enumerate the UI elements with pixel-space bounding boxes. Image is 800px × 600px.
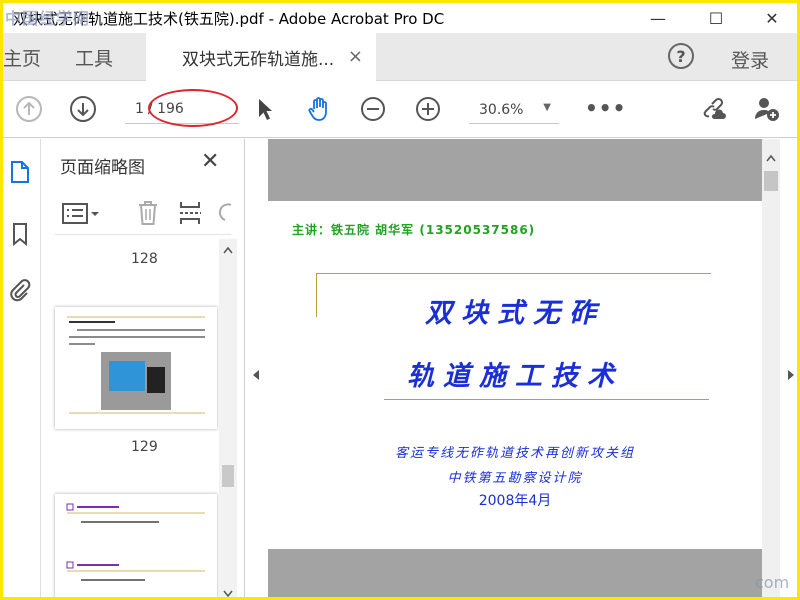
title-bottom-rule <box>384 399 709 400</box>
organization-line1: 客运专线无砟轨道技术再创新攻关组 <box>394 446 635 461</box>
tab-document[interactable]: 双块式无砟轨道施... × <box>146 33 376 81</box>
attachment-icon[interactable] <box>7 277 33 303</box>
zoom-dropdown[interactable]: 30.6% ▼ <box>469 96 559 124</box>
tab-tools[interactable]: 工具 <box>75 33 113 81</box>
thumbnail-page-129[interactable] <box>55 307 217 429</box>
bookmark-icon[interactable] <box>7 221 33 247</box>
rotate-page-icon[interactable] <box>217 199 233 227</box>
thumbnail-content <box>67 316 205 414</box>
organization-line2: 中铁第五勘察设计院 <box>447 471 583 486</box>
thumbnails-panel: 页面缩略图 ✕ 128 129 <box>41 139 245 599</box>
delete-page-icon[interactable] <box>135 199 161 227</box>
share-link-icon[interactable] <box>699 95 727 123</box>
more-tools-icon[interactable]: ••• <box>585 96 626 120</box>
add-user-icon[interactable] <box>753 95 781 123</box>
close-window-button[interactable]: ✕ <box>749 3 795 33</box>
toolbar: 1 / 196 30.6% ▼ ••• <box>3 82 797 138</box>
document-title-line2: 轨道施工技术 <box>407 361 623 392</box>
thumbnail-page-number: 128 <box>131 251 158 267</box>
chevron-up-icon[interactable] <box>765 153 777 163</box>
close-panel-icon[interactable]: ✕ <box>201 149 219 174</box>
help-icon[interactable]: ? <box>668 43 694 69</box>
next-page-icon[interactable] <box>69 95 97 123</box>
title-bar: 双块式无砟轨道施工技术(铁五院).pdf - Adobe Acrobat Pro… <box>3 3 797 33</box>
chevron-down-icon: ▼ <box>543 102 551 113</box>
collapse-left-panel-icon[interactable] <box>252 369 260 381</box>
tab-bar: 主页 工具 双块式无砟轨道施... × ? 登录 <box>3 33 797 81</box>
document-view[interactable]: 主讲：铁五院 胡华军 (13520537586) 双块式无砟 轨道施工技术 客运… <box>246 139 797 597</box>
title-top-rule <box>316 273 711 274</box>
scrollbar-thumb[interactable] <box>764 171 778 191</box>
maximize-button[interactable]: ☐ <box>693 3 739 33</box>
thumbnail-page-130[interactable] <box>55 494 217 597</box>
thumbnail-scrollbar[interactable] <box>219 239 237 599</box>
thumbnail-content <box>66 503 205 581</box>
current-page-input[interactable]: 1 <box>135 101 144 117</box>
hand-tool-icon[interactable] <box>305 95 333 123</box>
thumbnail-page-number: 129 <box>131 439 158 455</box>
pdf-page: 主讲：铁五院 胡华军 (13520537586) 双块式无砟 轨道施工技术 客运… <box>268 201 762 549</box>
panel-title: 页面缩略图 <box>60 158 145 178</box>
thumbnail-toolbar <box>55 195 233 235</box>
app-window: 双块式无砟轨道施工技术(铁五院).pdf - Adobe Acrobat Pro… <box>0 0 800 600</box>
thumbnail-list: 128 129 <box>41 239 227 597</box>
select-cursor-icon[interactable] <box>251 95 279 123</box>
close-tab-icon[interactable]: × <box>348 46 363 67</box>
corner-watermark: com <box>755 573 790 592</box>
left-rail <box>3 139 41 597</box>
red-highlight-ellipse <box>148 89 238 127</box>
site-watermark: 中国经学网 <box>5 9 91 28</box>
document-title-line1: 双块式无砟 <box>425 298 605 329</box>
chevron-down-icon[interactable] <box>222 589 234 599</box>
previous-page-icon[interactable] <box>15 95 43 123</box>
zoom-out-icon[interactable] <box>359 95 387 123</box>
scrollbar-thumb[interactable] <box>222 465 234 487</box>
document-scrollbar[interactable] <box>762 139 780 597</box>
expand-right-panel-icon[interactable] <box>787 369 795 381</box>
document-date: 2008年4月 <box>478 493 552 509</box>
insert-page-icon[interactable] <box>177 199 205 227</box>
page-thumbnails-icon[interactable] <box>7 159 33 185</box>
document-tab-label: 双块式无砟轨道施... <box>182 49 335 70</box>
options-menu-icon[interactable] <box>61 201 101 227</box>
zoom-value: 30.6% <box>479 101 524 118</box>
minimize-button[interactable]: — <box>635 3 681 33</box>
chevron-up-icon[interactable] <box>222 245 234 255</box>
zoom-in-icon[interactable] <box>414 95 442 123</box>
presenter-line: 主讲：铁五院 胡华军 (13520537586) <box>292 223 536 237</box>
tab-home[interactable]: 主页 <box>3 33 41 81</box>
login-button[interactable]: 登录 <box>731 46 769 73</box>
